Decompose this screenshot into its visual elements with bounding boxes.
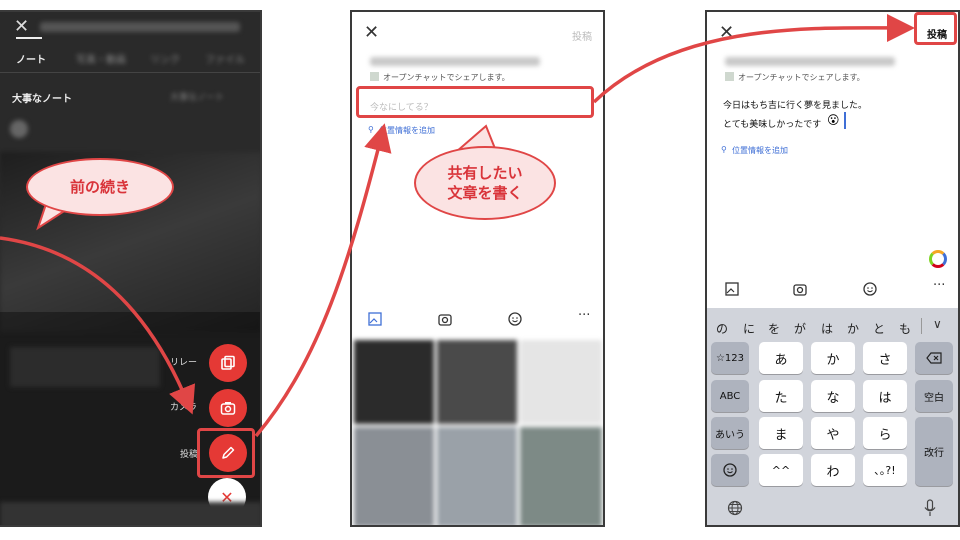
callout-line2: 文章を書く [447,184,523,202]
arrow-to-text-input [254,123,392,438]
callout-write-text: 共有したい 文章を書く [414,146,556,220]
callout-continue: 前の続き [26,158,174,216]
callout-continue-text: 前の続き [69,178,130,196]
arrow-overlay [0,13,915,438]
arrow-to-post-button-2 [592,13,915,104]
callout-line1: 共有したい [447,164,523,182]
arrow-to-post-button [0,236,196,415]
